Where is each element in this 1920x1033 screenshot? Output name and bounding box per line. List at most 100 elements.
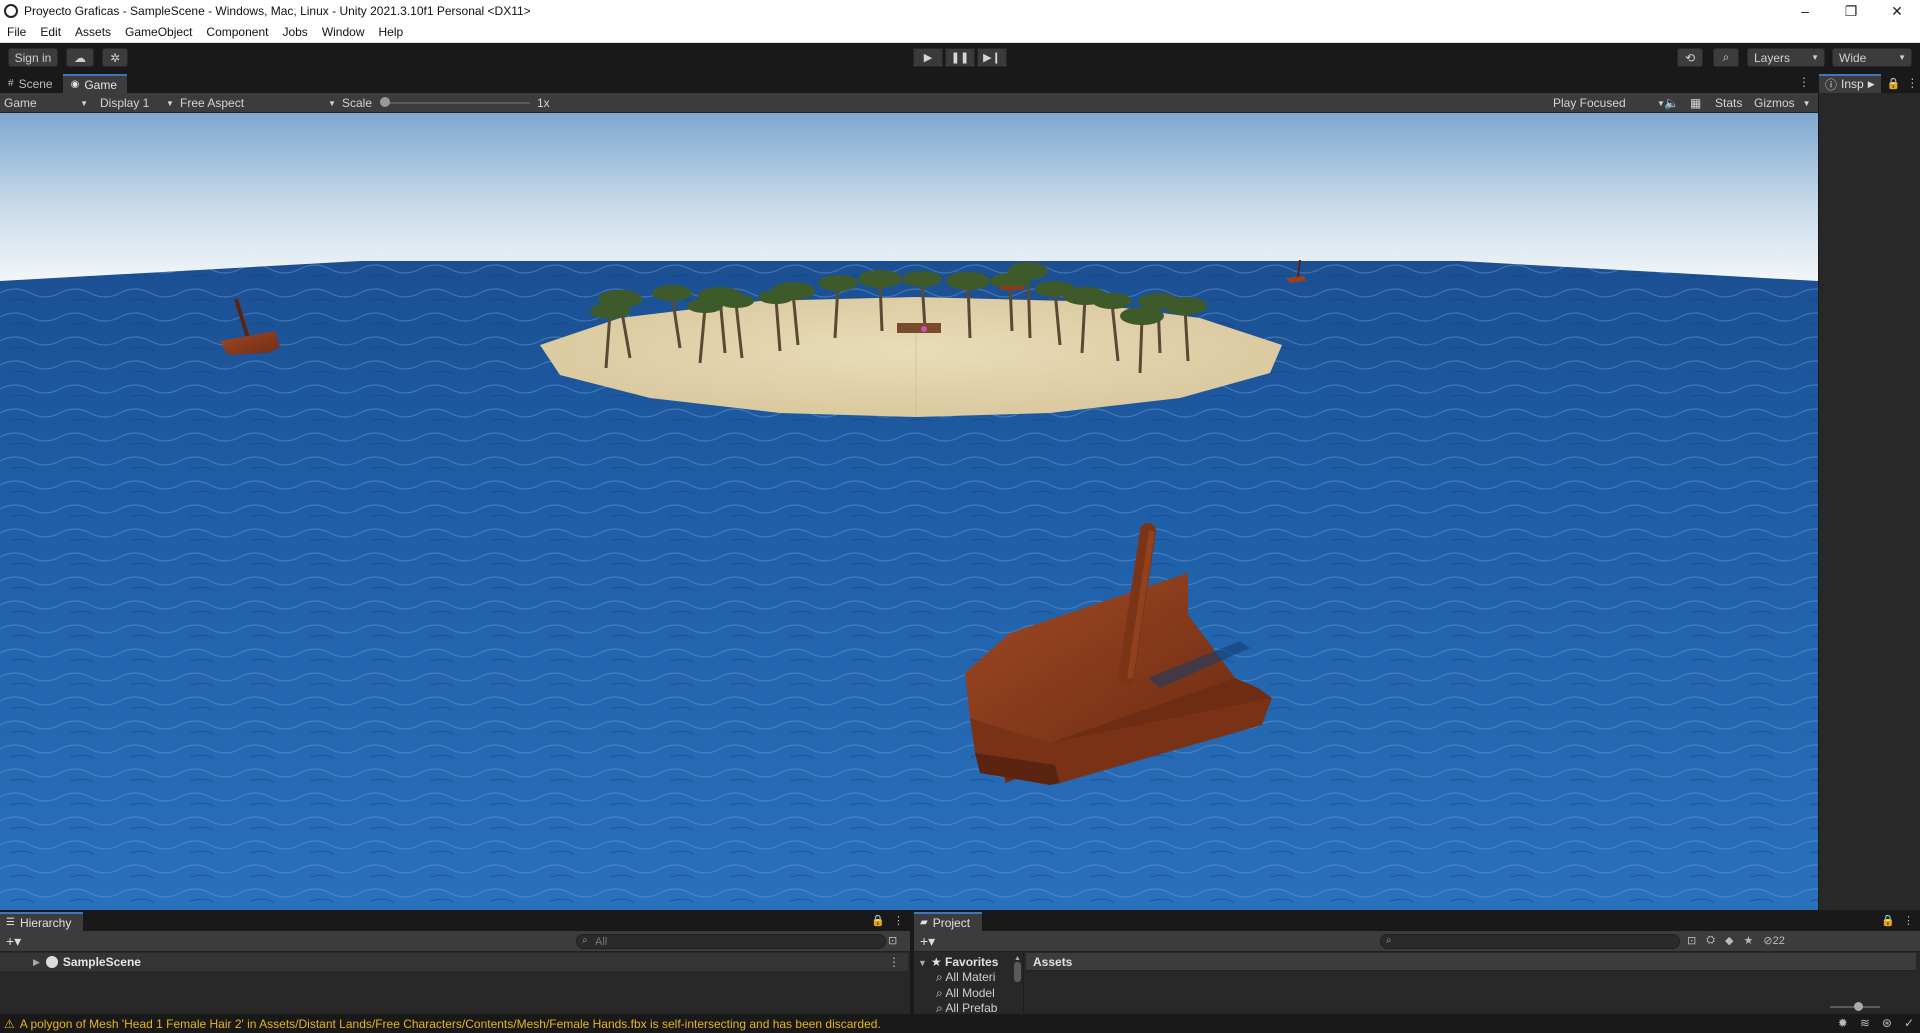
favorites-tree: ▼ ★ Favorites ⌕ All Materi ⌕ All Model ⌕ … — [914, 953, 1024, 1015]
layers-icon[interactable]: ≋ — [1860, 1016, 1870, 1030]
tab-game[interactable]: ◉ Game — [62, 74, 128, 93]
hierarchy-search-placeholder: All — [595, 935, 608, 948]
scale-slider-track[interactable] — [384, 102, 530, 104]
scale-label: Scale — [342, 96, 373, 110]
chevron-down-icon: ▼ — [80, 98, 88, 108]
hierarchy-search-input[interactable]: ⌕ All — [576, 934, 886, 949]
project-search-input[interactable]: ⌕ — [1380, 934, 1680, 949]
favorite-item[interactable]: ⌕ All Materi — [936, 970, 1012, 985]
search-by-label-icon[interactable]: ⛭ — [1706, 934, 1715, 947]
favorites-label: Favorites — [945, 955, 999, 969]
gizmos-label: Gizmos — [1754, 96, 1795, 110]
menu-jobs[interactable]: Jobs — [275, 25, 314, 39]
stats-button[interactable]: Stats — [1715, 93, 1742, 113]
project-toolbar: +▾ ⌕ ⊡ ⛭ ◆ ★ ⊘22 — [914, 931, 1920, 952]
create-asset-button[interactable]: +▾ — [920, 933, 935, 950]
hierarchy-panel: ☰ Hierarchy 🔒 ⋮ +▾ ⌕ All ⊡ ▶ SampleScene ⋮ — [0, 910, 910, 1014]
tab-inspector[interactable]: ⓘ Insp ▶ — [1819, 73, 1881, 93]
pause-button[interactable]: ❚❚ — [945, 48, 975, 67]
more-options-icon[interactable]: ⋮ — [1798, 75, 1810, 89]
search-by-type-icon[interactable]: ⊡ — [1687, 934, 1696, 947]
layout-dropdown[interactable]: Wide ▼ — [1832, 48, 1912, 67]
game-viewport[interactable] — [0, 113, 1818, 910]
sign-in-button[interactable]: Sign in — [8, 48, 58, 67]
favorite-item-label: All Materi — [945, 970, 996, 984]
resolution-button[interactable]: ▦ — [1690, 93, 1701, 113]
favorites-scrollbar[interactable]: ▲ — [1014, 955, 1022, 995]
menu-assets[interactable]: Assets — [68, 25, 118, 39]
more-options-icon[interactable]: ⋮ — [1903, 914, 1914, 927]
eye-slash-icon: ⊘ — [1763, 935, 1773, 947]
hierarchy-tab-bar: ☰ Hierarchy 🔒 ⋮ — [0, 911, 910, 931]
scale-value: 1x — [537, 96, 550, 110]
history-button[interactable]: ⟲ — [1677, 48, 1703, 67]
favorite-item[interactable]: ⌕ All Model — [936, 986, 1012, 1001]
lock-icon[interactable]: 🔒 — [1881, 914, 1895, 927]
favorite-item[interactable]: ⌕ All Prefab — [936, 1001, 1012, 1014]
display-dropdown[interactable]: Display 1 ▼ — [100, 93, 174, 113]
play-button[interactable]: ▶ — [913, 48, 943, 67]
tab-project[interactable]: ▰ Project — [914, 912, 983, 931]
search-icon: ⌕ — [936, 986, 943, 1000]
scrollbar-thumb[interactable] — [1014, 962, 1021, 982]
list-icon: ☰ — [6, 917, 15, 928]
menu-edit[interactable]: Edit — [33, 25, 68, 39]
expand-arrow-icon[interactable]: ▶ — [33, 957, 40, 968]
bug-icon[interactable]: ✹ — [1838, 1016, 1848, 1030]
menu-window[interactable]: Window — [315, 25, 372, 39]
menu-gameobject[interactable]: GameObject — [118, 25, 199, 39]
menu-help[interactable]: Help — [372, 25, 411, 39]
game-mode-dropdown[interactable]: Game ▼ — [4, 93, 88, 113]
chevron-down-icon: ▼ — [328, 98, 336, 108]
maximize-button[interactable]: ❐ — [1828, 0, 1874, 22]
display-label: Display 1 — [100, 96, 150, 110]
window-title-bar: Proyecto Graficas - SampleScene - Window… — [0, 0, 1920, 22]
info-icon: ⓘ — [1825, 77, 1838, 92]
menu-component[interactable]: Component — [199, 25, 275, 39]
hierarchy-row-scene[interactable]: ▶ SampleScene ⋮ — [0, 953, 908, 971]
star-icon: ★ — [930, 955, 942, 969]
more-options-icon[interactable]: ⋮ — [888, 955, 900, 969]
tab-inspector-label: Insp — [1841, 77, 1864, 91]
chevron-down-icon: ▼ — [1811, 53, 1819, 62]
assets-breadcrumb[interactable]: Assets — [1026, 953, 1916, 971]
warning-icon: ⚠ — [4, 1016, 15, 1031]
scene-visibility-icon[interactable]: ⊡ — [888, 934, 897, 947]
close-button[interactable]: ✕ — [1874, 0, 1920, 22]
lock-icon[interactable]: 🔒 — [1887, 77, 1901, 90]
gizmos-dropdown[interactable]: Gizmos ▼ — [1754, 93, 1811, 113]
scale-slider-handle[interactable] — [380, 97, 390, 107]
favorites-header[interactable]: ▼ ★ Favorites — [918, 955, 998, 969]
inspector-panel: ⓘ Insp ▶ 🔒 ⋮ — [1818, 73, 1920, 910]
project-tab-controls: 🔒 ⋮ — [1881, 914, 1914, 927]
aspect-dropdown[interactable]: Free Aspect ▼ — [180, 93, 336, 113]
mute-audio-button[interactable]: 🔈 — [1664, 93, 1679, 113]
tab-hierarchy[interactable]: ☰ Hierarchy — [0, 912, 84, 931]
tab-scene[interactable]: # Scene — [0, 74, 63, 93]
more-options-icon[interactable]: ⋮ — [1906, 76, 1918, 90]
hierarchy-tab-controls: 🔒 ⋮ — [871, 914, 904, 927]
minimize-button[interactable]: – — [1782, 0, 1828, 22]
progress-icon[interactable]: ⊛ — [1882, 1016, 1892, 1030]
tag-icon[interactable]: ◆ — [1725, 934, 1733, 947]
search-icon: ⌕ — [582, 935, 588, 946]
lock-icon[interactable]: 🔒 — [871, 914, 885, 927]
hidden-packages-toggle[interactable]: ⊘22 — [1763, 934, 1784, 947]
search-button[interactable]: ⌕ — [1713, 48, 1739, 67]
star-icon[interactable]: ★ — [1744, 934, 1754, 947]
cloud-button[interactable]: ☁ — [66, 48, 94, 67]
icon-size-slider-handle[interactable] — [1854, 1002, 1863, 1011]
check-icon[interactable]: ✓ — [1904, 1016, 1914, 1030]
inspector-tab-bar: ⓘ Insp ▶ 🔒 ⋮ — [1819, 73, 1920, 93]
layers-dropdown[interactable]: Layers ▼ — [1747, 48, 1825, 67]
cloud-icon: ☁ — [74, 50, 86, 65]
play-mode-dropdown[interactable]: Play Focused ▼ — [1553, 93, 1665, 113]
more-options-icon[interactable]: ⋮ — [893, 914, 904, 927]
menu-file[interactable]: File — [0, 25, 33, 39]
add-object-button[interactable]: +▾ — [6, 933, 21, 950]
collab-button[interactable]: ✲ — [102, 48, 128, 67]
expand-arrow-icon[interactable]: ▼ — [918, 958, 927, 968]
scroll-up-icon[interactable]: ▲ — [1014, 955, 1022, 962]
status-bar[interactable]: ⚠ A polygon of Mesh 'Head 1 Female Hair … — [0, 1014, 1920, 1033]
step-button[interactable]: ▶❙ — [977, 48, 1007, 67]
